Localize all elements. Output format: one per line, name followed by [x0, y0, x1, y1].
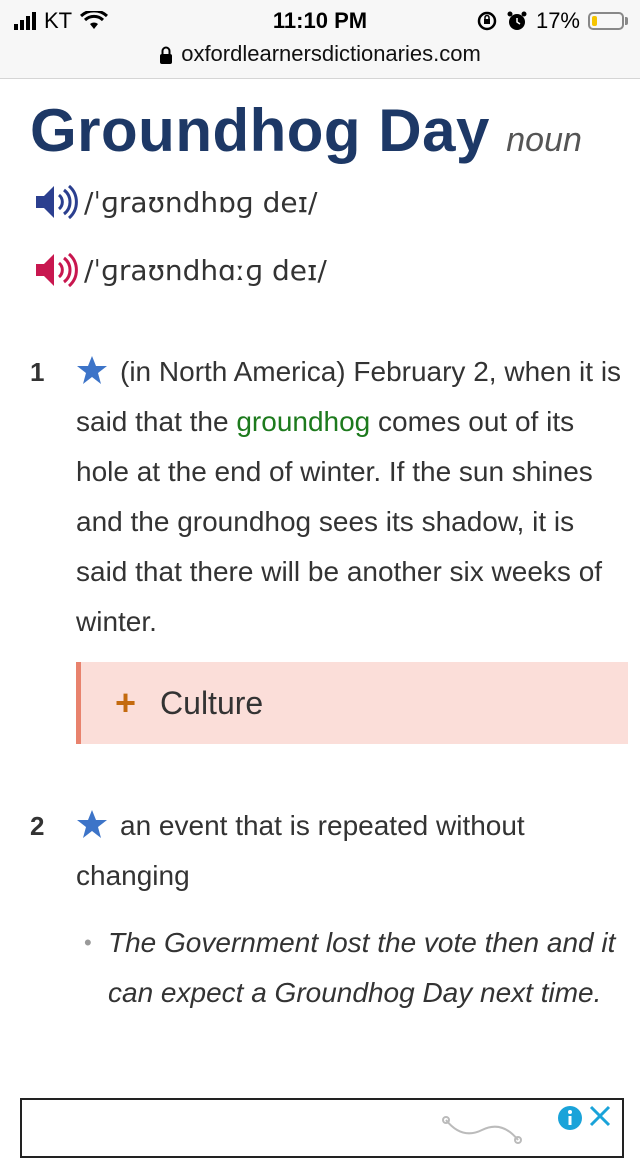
entry-header: Groundhog Day noun — [30, 96, 582, 165]
star-icon — [77, 356, 107, 384]
pronunciation-uk: /ˈɡraʊndhɒɡ deɪ/ — [34, 182, 317, 222]
url-text: oxfordlearnersdictionaries.com — [181, 41, 481, 66]
definition-text-1b: comes out of its hole at the end of wint… — [76, 406, 603, 637]
ad-graphic — [442, 1116, 522, 1144]
status-right: 17% — [476, 8, 628, 34]
sense-number: 1 — [30, 357, 45, 387]
speaker-uk-icon[interactable] — [34, 182, 78, 222]
part-of-speech: noun — [506, 121, 582, 159]
example-sentence: • The Government lost the vote then and … — [76, 918, 628, 1018]
close-icon[interactable] — [586, 1102, 614, 1130]
status-bar: KT 11:10 PM 17% — [0, 0, 640, 40]
alarm-icon — [507, 11, 527, 30]
phonetic-uk: /ˈɡraʊndhɒɡ deɪ/ — [84, 185, 318, 219]
battery-icon — [588, 12, 628, 30]
culture-label: Culture — [160, 684, 264, 721]
sense-2: 2 an event that is repeated without chan… — [30, 801, 630, 901]
sense-definition: an event that is repeated without changi… — [76, 801, 630, 901]
culture-box[interactable]: + Culture — [76, 662, 628, 744]
info-icon[interactable] — [556, 1104, 584, 1132]
sense-number: 2 — [30, 811, 45, 841]
headword: Groundhog Day — [30, 97, 490, 164]
ad-banner[interactable] — [20, 1098, 624, 1158]
rotation-lock-icon — [477, 11, 497, 31]
example-text: The Government lost the vote then and it… — [108, 927, 616, 1008]
star-icon — [77, 810, 107, 838]
address-bar[interactable]: oxfordlearnersdictionaries.com — [0, 40, 640, 79]
pronunciation-us: /ˈɡraʊndhɑːɡ deɪ/ — [34, 250, 327, 290]
definition-text-2: an event that is repeated without changi… — [76, 810, 525, 891]
battery-fill — [592, 16, 598, 26]
sense-1: 1 (in North America) February 2, when it… — [30, 347, 630, 647]
phonetic-us: /ˈɡraʊndhɑːɡ deɪ/ — [84, 253, 327, 287]
bullet: • — [84, 930, 92, 955]
xref-link-groundhog[interactable]: groundhog — [236, 406, 370, 437]
lock-icon — [160, 46, 173, 65]
speaker-us-icon[interactable] — [34, 250, 78, 290]
battery-percent: 17% — [535, 8, 580, 33]
expand-plus-icon: + — [115, 682, 137, 723]
sense-definition: (in North America) February 2, when it i… — [76, 347, 630, 647]
